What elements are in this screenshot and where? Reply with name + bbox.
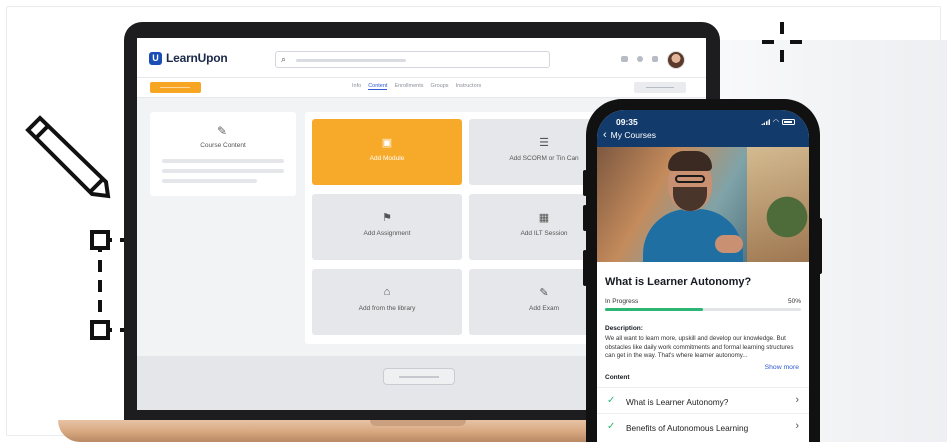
tile-label: Add Assignment	[363, 230, 411, 237]
phone-side-button	[583, 250, 587, 286]
battery-icon	[782, 119, 795, 125]
button-label-placeholder	[646, 87, 674, 88]
chevron-right-icon: ›	[795, 394, 799, 406]
chevron-right-icon: ›	[795, 420, 799, 432]
status-time: 09:35	[616, 117, 638, 127]
progress-label: In Progress	[605, 298, 639, 305]
pencil-icon	[25, 115, 111, 199]
phone-screen: 09:35 ◠ ‹ My Courses What is Learner Aut…	[597, 110, 809, 442]
button-label-placeholder	[399, 376, 439, 378]
hero-person-hair	[668, 151, 712, 171]
phone-nav-bar: 09:35 ◠ ‹ My Courses	[597, 110, 809, 147]
course-tabs: Info Content Enrollments Groups Instruct…	[352, 83, 481, 90]
notification-icon[interactable]	[637, 56, 643, 62]
tab-enrollments[interactable]: Enrollments	[394, 83, 423, 90]
hero-glasses	[675, 175, 705, 183]
back-button[interactable]: ‹ My Courses	[603, 129, 657, 141]
avatar[interactable]	[667, 51, 685, 69]
phone-power-button	[818, 218, 822, 274]
course-content-title: Course Content	[200, 142, 246, 149]
show-more-link[interactable]: Show more	[765, 364, 799, 371]
logo-mark-icon: U	[149, 51, 162, 65]
flag-icon: ⚑	[382, 212, 392, 224]
progress-bar-fill	[605, 308, 703, 311]
tile-label: Add Module	[369, 155, 405, 162]
logo[interactable]: U LearnUpon	[149, 51, 228, 65]
secondary-action-button[interactable]	[634, 82, 686, 93]
footer-button[interactable]	[383, 368, 455, 385]
signal-icon	[760, 119, 770, 125]
phone-side-button	[583, 170, 587, 196]
search-placeholder	[296, 59, 406, 62]
placeholder-line	[162, 159, 284, 163]
back-label: My Courses	[610, 130, 657, 140]
content-heading: Content	[605, 374, 630, 381]
tile-label: Add from the library	[358, 305, 416, 312]
sparkle-icon	[762, 22, 802, 62]
progress-percent: 50%	[787, 298, 801, 305]
lesson-title: Benefits of Autonomous Learning	[626, 423, 749, 433]
marketing-hero: U LearnUpon ⌕ Info Content Enrollments G…	[0, 0, 947, 442]
file-icon: ▣	[381, 137, 393, 149]
add-from-library-tile[interactable]: ⌂ Add from the library	[312, 269, 462, 335]
lesson-title: What is Learner Autonomy?	[626, 397, 729, 407]
search-icon: ⌕	[281, 54, 287, 64]
mail-icon[interactable]	[621, 56, 628, 62]
add-assignment-tile[interactable]: ⚑ Add Assignment	[312, 194, 462, 260]
lesson-row[interactable]: ✓ Benefits of Autonomous Learning ›	[597, 413, 809, 439]
placeholder-line	[162, 169, 284, 173]
primary-action-button[interactable]	[150, 82, 201, 93]
edit-icon[interactable]: ✎	[217, 124, 227, 138]
course-subbar: Info Content Enrollments Groups Instruct…	[137, 78, 706, 98]
check-icon: ✓	[607, 395, 616, 406]
tab-instructors[interactable]: Instructors	[456, 83, 482, 90]
chevron-left-icon: ‹	[603, 129, 607, 141]
status-icons: ◠	[760, 118, 795, 126]
description-heading: Description:	[605, 325, 643, 332]
tab-content[interactable]: Content	[368, 83, 388, 90]
logo-text: LearnUpon	[166, 51, 228, 65]
hero-hand	[715, 235, 743, 253]
header-icons	[621, 56, 658, 62]
course-title: What is Learner Autonomy?	[605, 276, 752, 288]
phone-side-button	[583, 205, 587, 231]
add-module-tile[interactable]: ▣ Add Module	[312, 119, 462, 185]
lesson-row[interactable]: ✓ What is Learner Autonomy? ›	[597, 387, 809, 413]
placeholder-line	[162, 179, 257, 183]
tab-info[interactable]: Info	[352, 83, 361, 90]
app-header: U LearnUpon ⌕	[137, 38, 706, 78]
course-description: We all want to learn more, upskill and d…	[605, 335, 794, 360]
library-icon: ⌂	[383, 286, 391, 298]
check-icon: ✓	[607, 421, 616, 432]
tab-groups[interactable]: Groups	[431, 83, 449, 90]
add-content-panel: ▣ Add Module ☰ Add SCORM or Tin Can ⚑ Ad…	[305, 112, 619, 344]
wifi-icon: ◠	[772, 119, 779, 126]
course-content-card: ✎ Course Content	[150, 112, 296, 196]
course-hero-image	[597, 147, 809, 262]
search-input[interactable]: ⌕	[275, 51, 550, 68]
laptop-notch	[370, 420, 466, 426]
hero-plant	[765, 187, 809, 262]
org-chart-icon[interactable]	[652, 56, 658, 62]
button-label-placeholder	[160, 87, 190, 88]
progress-bar	[605, 308, 801, 311]
